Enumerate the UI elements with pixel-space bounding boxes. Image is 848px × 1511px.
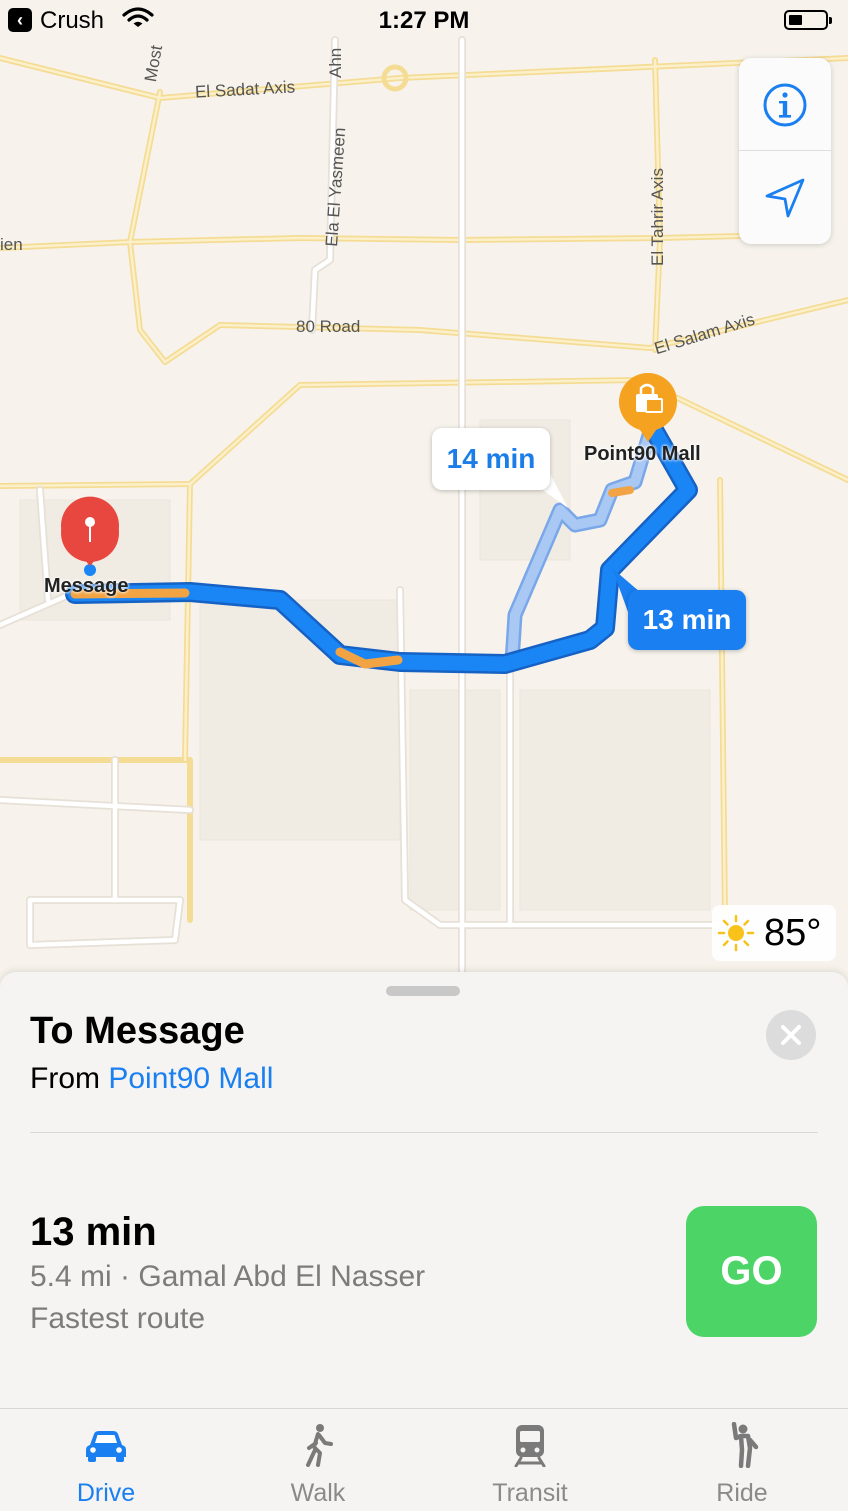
map-controls [739, 58, 831, 244]
info-button[interactable] [739, 58, 831, 151]
origin-label[interactable]: Point90 Mall [584, 443, 701, 466]
status-time: 1:27 PM [378, 7, 470, 34]
weather-badge: 85° [712, 905, 836, 961]
tab-transit[interactable]: Transit [424, 1409, 636, 1511]
road-label-80-road: 80 Road [296, 317, 361, 336]
map-view[interactable] [0, 0, 848, 1000]
train-icon [514, 1425, 546, 1467]
sheet-grabber[interactable] [386, 986, 460, 996]
route-callout-primary[interactable]: 13 min [628, 590, 746, 650]
battery-icon [784, 10, 832, 30]
from-line: From Point90 Mall [30, 1062, 273, 1096]
close-icon [781, 1025, 801, 1045]
destination-label[interactable]: Message [44, 575, 129, 598]
ride-icon [731, 1422, 759, 1468]
status-bar: ‹ Crush 1:27 PM [0, 0, 848, 42]
route-callout-alternate[interactable]: 14 min [432, 428, 550, 490]
road-label-ien: ien [0, 235, 23, 254]
tracking-button[interactable] [739, 151, 831, 244]
from-prefix: From [30, 1062, 109, 1095]
tab-transit-label: Transit [492, 1479, 568, 1507]
location-arrow-icon [765, 178, 805, 217]
transport-tab-bar: Drive Walk Transit Ride [0, 1408, 848, 1511]
close-button[interactable] [766, 1010, 816, 1060]
tab-ride-label: Ride [716, 1479, 768, 1507]
tab-ride[interactable]: Ride [636, 1409, 848, 1511]
sun-icon [717, 914, 755, 952]
tab-walk[interactable]: Walk [212, 1409, 424, 1511]
route-eta: 13 min [30, 1210, 157, 1254]
road-label-ahn: Ahn [326, 47, 345, 78]
go-button[interactable]: GO [686, 1206, 817, 1337]
temperature: 85° [764, 911, 822, 954]
info-icon [763, 83, 807, 126]
divider [30, 1132, 818, 1133]
road-label-el-tahrir-axis: El Tahrir Axis [648, 168, 667, 266]
car-icon [86, 1431, 126, 1462]
route-note: Fastest route [30, 1302, 206, 1335]
sheet-title: To Message [30, 1010, 245, 1052]
from-place-link[interactable]: Point90 Mall [108, 1062, 273, 1095]
tab-drive[interactable]: Drive [0, 1409, 212, 1511]
walk-icon [306, 1424, 333, 1467]
tab-drive-label: Drive [76, 1479, 136, 1507]
route-description: 5.4 mi · Gamal Abd El Nasser [30, 1260, 426, 1293]
tab-walk-label: Walk [290, 1479, 346, 1507]
